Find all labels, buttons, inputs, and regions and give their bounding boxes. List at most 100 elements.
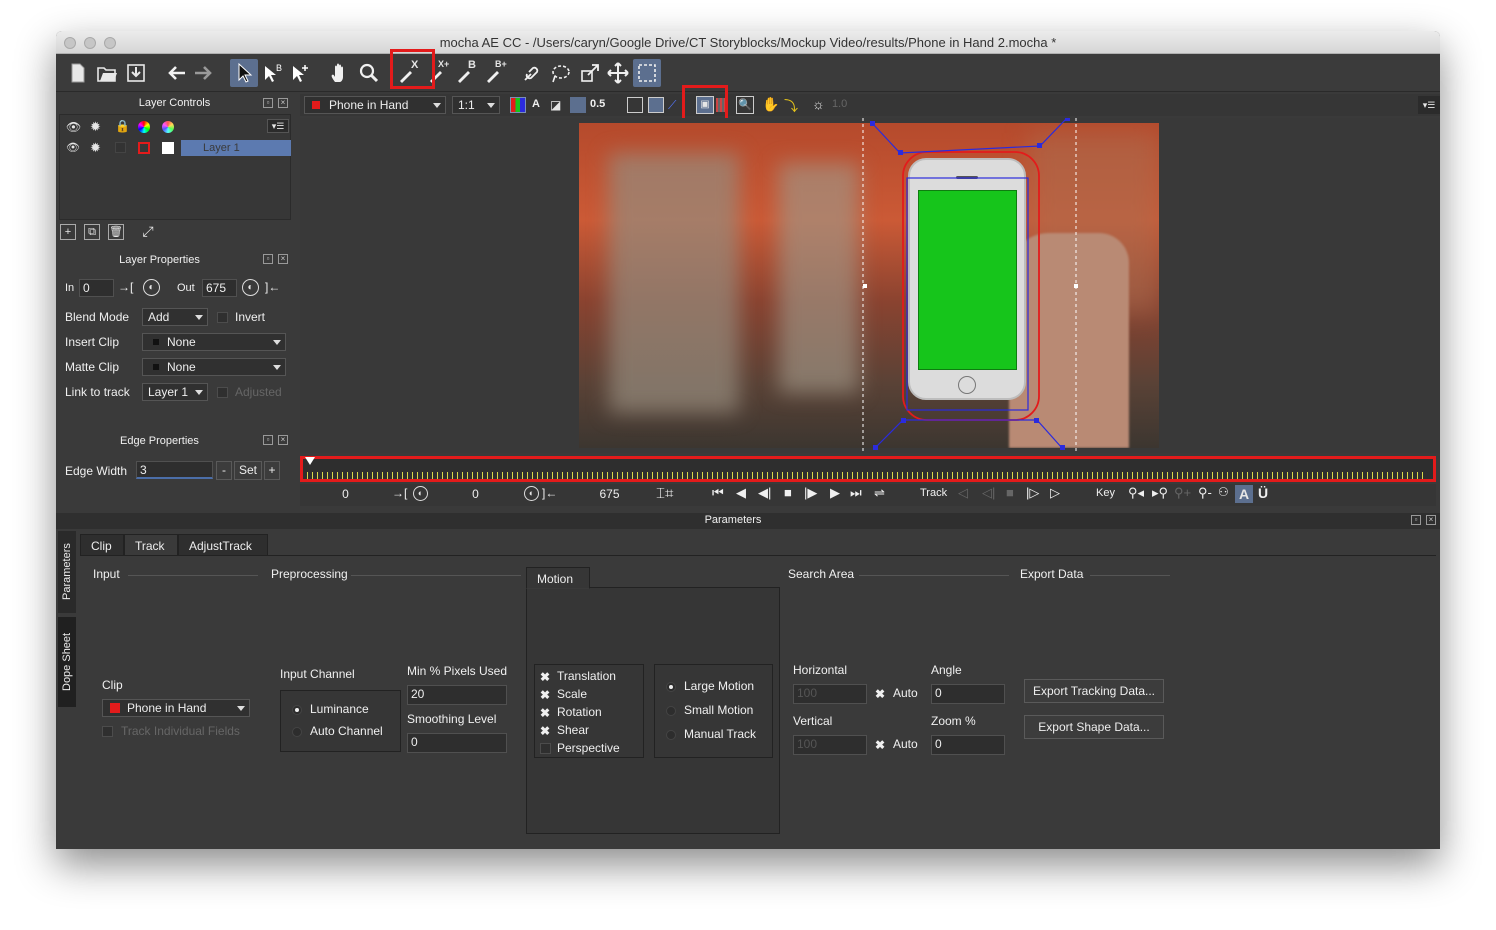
insert-clip-dropdown[interactable]: None: [142, 333, 286, 351]
exposure-icon[interactable]: ☼: [812, 96, 825, 112]
close-panel-icon[interactable]: ×: [278, 254, 288, 264]
float-panel-icon[interactable]: ▫: [263, 435, 273, 445]
horizontal-auto-check-icon[interactable]: ✖: [875, 687, 885, 701]
scale-transform-icon[interactable]: [576, 59, 604, 87]
tab-track[interactable]: Track: [124, 534, 178, 556]
autokey-button[interactable]: A: [1235, 485, 1253, 503]
show-splines-icon[interactable]: [648, 97, 664, 113]
pick-tool-icon[interactable]: [230, 59, 258, 87]
surface-select-icon[interactable]: [633, 59, 661, 87]
delete-all-keys-icon[interactable]: ⚇: [1218, 485, 1229, 499]
scale-check-icon[interactable]: ✖: [540, 688, 550, 702]
current-frame-field[interactable]: 0: [304, 486, 384, 504]
track-step-backward-icon[interactable]: ◁|: [982, 485, 995, 501]
track-backward-icon[interactable]: ◁: [958, 485, 968, 501]
invert-checkbox[interactable]: [217, 312, 228, 323]
play-forward-icon[interactable]: ▶: [830, 485, 840, 501]
delete-layer-icon[interactable]: 🗑: [108, 224, 124, 240]
opacity-value[interactable]: 0.5: [590, 98, 605, 110]
viewer-canvas[interactable]: [300, 118, 1440, 453]
playhead-icon[interactable]: [305, 457, 315, 465]
go-to-in-icon[interactable]: ◐: [143, 279, 160, 296]
edge-width-minus-button[interactable]: -: [216, 461, 232, 480]
set-in-icon[interactable]: →[: [118, 280, 133, 294]
fit-range-icon[interactable]: ⌶⌗: [656, 485, 673, 502]
link-track-dropdown[interactable]: Layer 1: [142, 383, 208, 401]
exposure-value[interactable]: 1.0: [832, 98, 847, 110]
track-motion-icon[interactable]: ⤵: [784, 96, 798, 116]
show-layer-outlines-icon[interactable]: [627, 97, 643, 113]
float-panel-icon[interactable]: ▫: [263, 254, 273, 264]
fit-icon[interactable]: ⤢: [140, 224, 156, 240]
hand-pan-icon[interactable]: [326, 59, 354, 87]
layer-lock-toggle[interactable]: [115, 142, 126, 153]
close-panel-icon[interactable]: ×: [1426, 515, 1436, 525]
step-forward-icon[interactable]: |▶: [804, 485, 817, 501]
alpha-label[interactable]: A: [532, 98, 540, 110]
in-point-icon[interactable]: ◐: [413, 486, 428, 501]
side-tab-dope-sheet[interactable]: Dope Sheet: [58, 617, 76, 707]
tab-clip[interactable]: Clip: [80, 534, 124, 556]
float-panel-icon[interactable]: ▫: [1411, 515, 1421, 525]
set-out-point-icon[interactable]: ]←: [542, 486, 557, 500]
timeline-bar[interactable]: [300, 456, 1436, 482]
layer-visible-icon[interactable]: 👁: [66, 141, 80, 154]
play-backward-icon[interactable]: ◀: [736, 485, 746, 501]
minimize-window-button[interactable]: [84, 37, 96, 49]
move-transform-icon[interactable]: [604, 59, 632, 87]
track-forward-icon[interactable]: ▷: [1050, 485, 1060, 501]
layer-color-swatch[interactable]: [138, 142, 150, 154]
min-pixels-field[interactable]: 20: [407, 685, 507, 705]
lasso-icon[interactable]: [546, 59, 574, 87]
track-step-forward-icon[interactable]: |▷: [1026, 485, 1039, 501]
zoom-percent-field[interactable]: 0: [931, 735, 1005, 755]
auto-channel-radio[interactable]: [292, 727, 302, 737]
add-b-spline-icon[interactable]: B+: [481, 59, 509, 87]
timeline-out-field[interactable]: 675: [568, 486, 648, 504]
set-out-icon[interactable]: ]←: [265, 280, 280, 294]
loop-icon[interactable]: ⇌: [874, 485, 885, 501]
luminance-radio[interactable]: [292, 705, 302, 715]
track-stop-icon[interactable]: ■: [1006, 485, 1014, 500]
zoom-window-button[interactable]: [104, 37, 116, 49]
in-point-field[interactable]: 0: [79, 279, 114, 297]
float-panel-icon[interactable]: ▫: [263, 98, 273, 108]
go-to-out-icon[interactable]: ◐: [242, 279, 259, 296]
layer-matte-swatch[interactable]: [162, 142, 174, 154]
add-key-icon[interactable]: ⚲+: [1174, 485, 1191, 501]
magnifier-view-icon[interactable]: 🔍: [736, 96, 754, 114]
track-clip-dropdown[interactable]: Phone in Hand: [102, 699, 250, 717]
manual-track-radio[interactable]: [666, 730, 676, 740]
redo-arrow-icon[interactable]: [190, 59, 218, 87]
unkey-button[interactable]: Ü: [1258, 485, 1268, 501]
tab-adjust-track[interactable]: AdjustTrack: [178, 534, 268, 556]
edge-width-set-button[interactable]: Set: [234, 461, 262, 480]
close-panel-icon[interactable]: ×: [278, 98, 288, 108]
layer-name[interactable]: Layer 1: [181, 140, 291, 156]
matte-clip-dropdown[interactable]: None: [142, 358, 286, 376]
delete-key-icon[interactable]: ⚲-: [1198, 485, 1212, 501]
layer-row[interactable]: 👁 ✹ Layer 1: [60, 140, 292, 156]
motion-tab[interactable]: Motion: [526, 567, 590, 589]
show-tangents-icon[interactable]: ⟋: [668, 98, 676, 113]
track-individual-fields-checkbox[interactable]: [102, 726, 113, 737]
close-panel-icon[interactable]: ×: [278, 435, 288, 445]
duplicate-layer-icon[interactable]: ⧉: [84, 224, 100, 240]
rgb-channels-icon[interactable]: [510, 97, 526, 113]
out-point-field[interactable]: 675: [202, 279, 237, 297]
translation-check-icon[interactable]: ✖: [540, 670, 550, 684]
blend-mode-dropdown[interactable]: Add: [142, 308, 208, 326]
horizontal-field[interactable]: 100: [793, 684, 867, 704]
clip-view-dropdown[interactable]: Phone in Hand: [304, 96, 446, 114]
create-b-spline-icon[interactable]: B: [452, 59, 480, 87]
layer-cog-icon[interactable]: ✹: [90, 140, 101, 156]
stabilize-icon[interactable]: ✋: [762, 96, 779, 113]
angle-field[interactable]: 0: [931, 684, 1005, 704]
prev-key-icon[interactable]: ⚲◂: [1128, 485, 1144, 501]
new-file-icon[interactable]: [64, 59, 92, 87]
edge-width-field[interactable]: 3: [136, 461, 213, 479]
rotation-check-icon[interactable]: ✖: [540, 706, 550, 720]
perspective-checkbox[interactable]: [540, 743, 551, 754]
layer-menu-icon[interactable]: ▾☰: [267, 119, 289, 133]
undo-arrow-icon[interactable]: [162, 59, 190, 87]
